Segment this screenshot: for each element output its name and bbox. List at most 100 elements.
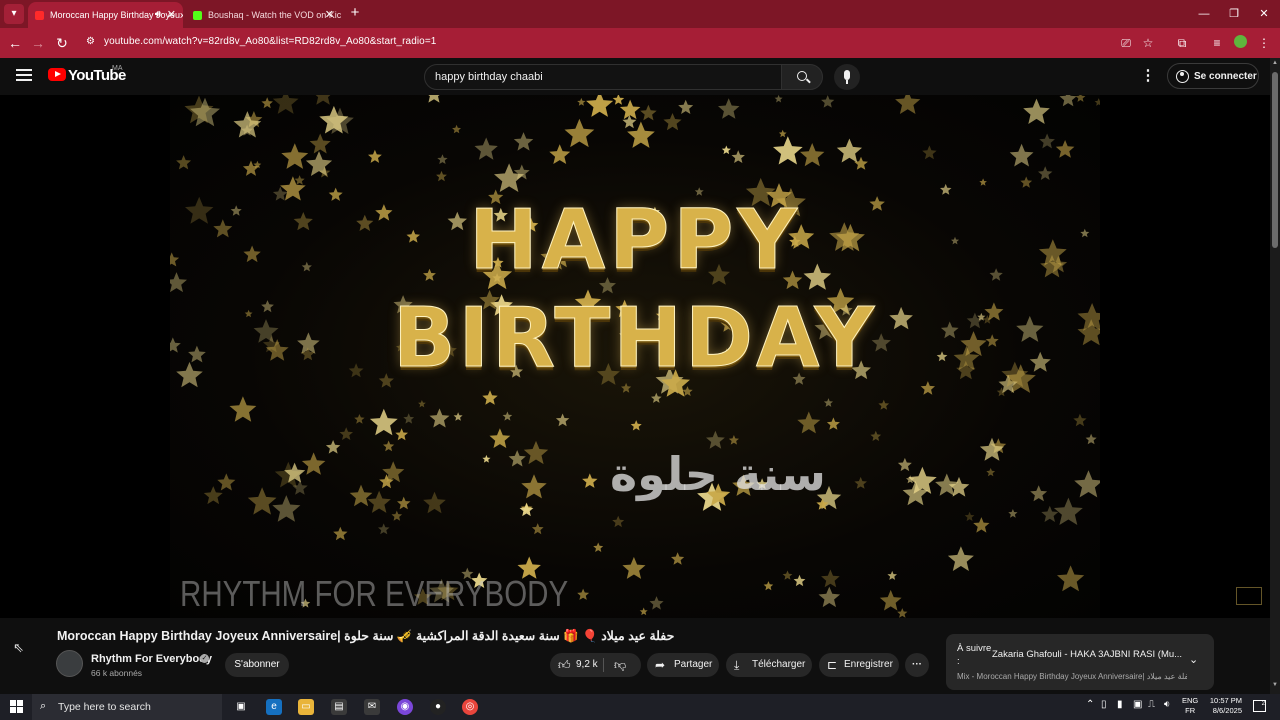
star-shape <box>368 149 382 163</box>
up-next-card[interactable]: À suivre : Zakaria Ghafouli - HAKA 3AJBN… <box>946 634 1214 690</box>
volume-icon[interactable]: 🔉︎ <box>1164 699 1170 710</box>
youtube-favicon-icon <box>35 11 44 20</box>
extensions-icon[interactable]: ⧉ <box>1173 34 1191 52</box>
star-shape <box>508 450 526 467</box>
address-bar[interactable]: ⚙ youtube.com/watch?v=82rd8v_Ao80&list=R… <box>80 32 1104 54</box>
new-tab-button[interactable]: + <box>346 4 364 22</box>
like-icon[interactable]: 👍︎ <box>558 653 571 677</box>
chrome-icon[interactable]: ◎ <box>462 699 478 715</box>
channel-avatar[interactable] <box>56 650 83 677</box>
dislike-icon[interactable]: 👎︎ <box>614 653 626 677</box>
forward-button[interactable]: → <box>28 33 48 53</box>
close-tab-icon[interactable]: ✕ <box>167 2 176 28</box>
file-explorer-icon[interactable]: ▭ <box>298 699 314 715</box>
star-shape <box>897 457 912 472</box>
star-shape <box>369 408 398 436</box>
task-view-icon[interactable]: ▣ <box>233 699 249 715</box>
profile-avatar[interactable] <box>1234 35 1247 48</box>
tray-mic-icon[interactable]: ▮ <box>1117 699 1123 710</box>
edge-icon[interactable]: e <box>266 699 282 715</box>
subscriber-count: 66 k abonnés <box>91 668 143 678</box>
mail-icon[interactable]: ✉ <box>364 699 380 715</box>
star-shape <box>818 586 841 608</box>
browser-tab-strip: ▾ Moroccan Happy Birthday Joyeux Anniver… <box>0 0 1280 28</box>
restore-button[interactable]: ❐ <box>1218 0 1250 28</box>
star-shape <box>333 526 348 541</box>
network-icon[interactable]: ⎍ <box>1148 699 1155 710</box>
star-shape <box>309 133 331 154</box>
star-shape <box>728 435 739 445</box>
star-shape <box>564 118 595 148</box>
search-input[interactable]: happy birthday chaabi <box>424 64 782 90</box>
language-secondary: FR <box>1185 706 1196 715</box>
chevron-down-icon[interactable]: ⌄ <box>1189 653 1198 666</box>
bookmark-star-icon[interactable]: ☆ <box>1139 34 1157 52</box>
notifications-icon[interactable]: 2 <box>1253 700 1266 712</box>
share-button[interactable]: ➦ Partager <box>647 653 719 677</box>
scroll-down-arrow-icon[interactable]: ▼ <box>1272 682 1278 688</box>
star-shape <box>403 413 415 424</box>
star-shape <box>482 454 491 463</box>
tab-youtube[interactable]: Moroccan Happy Birthday Joyeux Anniversa… <box>28 2 183 28</box>
site-info-icon[interactable]: ⚙ <box>86 36 95 47</box>
like-dislike-group: 👍︎ 9,2 k 👎︎ <box>550 653 641 677</box>
channel-watermark-icon[interactable] <box>1236 587 1262 605</box>
minimize-button[interactable]: — <box>1188 0 1220 28</box>
voice-search-button[interactable] <box>834 64 860 90</box>
star-shape <box>619 99 641 120</box>
video-player[interactable]: HAPPY BIRTHDAY سنة حلوة RHYTHM FOR EVERY… <box>0 95 1270 618</box>
up-next-subtitle: Mix - Moroccan Happy Birthday Joyeux Ann… <box>957 672 1187 681</box>
reload-button[interactable]: ↻ <box>52 33 72 53</box>
tab-kick[interactable]: Boushaq - Watch the VOD on Kick ✕ <box>186 2 341 28</box>
menu-icon[interactable] <box>16 69 32 81</box>
store-icon[interactable]: ▤ <box>331 699 347 715</box>
install-app-icon[interactable]: ⎚ <box>1117 34 1135 52</box>
save-button[interactable]: ⊏ Enregistrer <box>819 653 899 677</box>
scrollbar-thumb[interactable] <box>1272 72 1278 248</box>
channel-name[interactable]: Rhythm For Everybody <box>91 653 212 665</box>
search-button[interactable] <box>781 64 823 90</box>
media-control-icon[interactable]: ≡ <box>1208 34 1226 52</box>
like-count[interactable]: 9,2 k <box>576 653 598 677</box>
star-shape <box>349 484 373 507</box>
share-icon: ➦ <box>655 658 666 672</box>
star-shape <box>482 390 498 405</box>
start-button[interactable] <box>10 700 24 714</box>
app-icon-purple[interactable]: ◉ <box>397 699 413 715</box>
page-scrollbar[interactable]: ▲ ▼ <box>1270 58 1280 694</box>
tray-app-icon[interactable]: ▣ <box>1133 699 1142 710</box>
star-shape <box>203 486 223 505</box>
sign-in-button[interactable]: Se connecter <box>1167 63 1259 89</box>
tray-expand-icon[interactable]: ⌃ <box>1086 699 1094 710</box>
download-button[interactable]: ⤓ Télécharger <box>726 653 812 677</box>
microphone-icon <box>844 70 850 84</box>
star-shape <box>612 515 625 528</box>
tray-device-icon[interactable]: ▯ <box>1101 699 1107 710</box>
scroll-up-arrow-icon[interactable]: ▲ <box>1272 60 1278 66</box>
subscribe-button[interactable]: S'abonner <box>225 653 289 677</box>
system-clock[interactable]: 10:57 PM 8/6/2025 <box>1206 696 1242 716</box>
video-frame[interactable]: HAPPY BIRTHDAY سنة حلوة RHYTHM FOR EVERY… <box>170 95 1100 618</box>
taskbar-search-box[interactable]: ⌕ Type here to search <box>32 694 222 720</box>
audio-playing-icon[interactable]: 🔊︎ <box>155 2 161 28</box>
close-tab-icon[interactable]: ✕ <box>325 2 334 28</box>
language-indicator[interactable]: ENG FR <box>1182 696 1198 716</box>
more-actions-button[interactable]: ··· <box>905 653 929 677</box>
star-shape <box>800 143 825 167</box>
browser-menu-icon[interactable]: ⋮ <box>1255 34 1273 52</box>
star-shape <box>1075 95 1086 102</box>
browser-toolbar: ← → ↻ ⚙ youtube.com/watch?v=82rd8v_Ao80&… <box>0 28 1280 58</box>
star-shape <box>612 95 625 105</box>
tab-search-menu-button[interactable]: ▾ <box>4 4 24 24</box>
settings-menu-icon[interactable]: ⋮ <box>1140 67 1156 85</box>
star-shape <box>519 503 534 517</box>
tab-title: Moroccan Happy Birthday Joyeux Anniversa… <box>50 10 183 20</box>
youtube-logo-icon[interactable] <box>48 68 66 81</box>
close-window-button[interactable]: ✕ <box>1248 0 1280 28</box>
star-shape <box>651 392 662 403</box>
app-icon-dark[interactable]: ● <box>430 699 446 715</box>
star-shape <box>586 95 614 117</box>
star-shape <box>797 411 821 434</box>
back-button[interactable]: ← <box>5 33 25 53</box>
star-shape <box>1038 166 1053 180</box>
